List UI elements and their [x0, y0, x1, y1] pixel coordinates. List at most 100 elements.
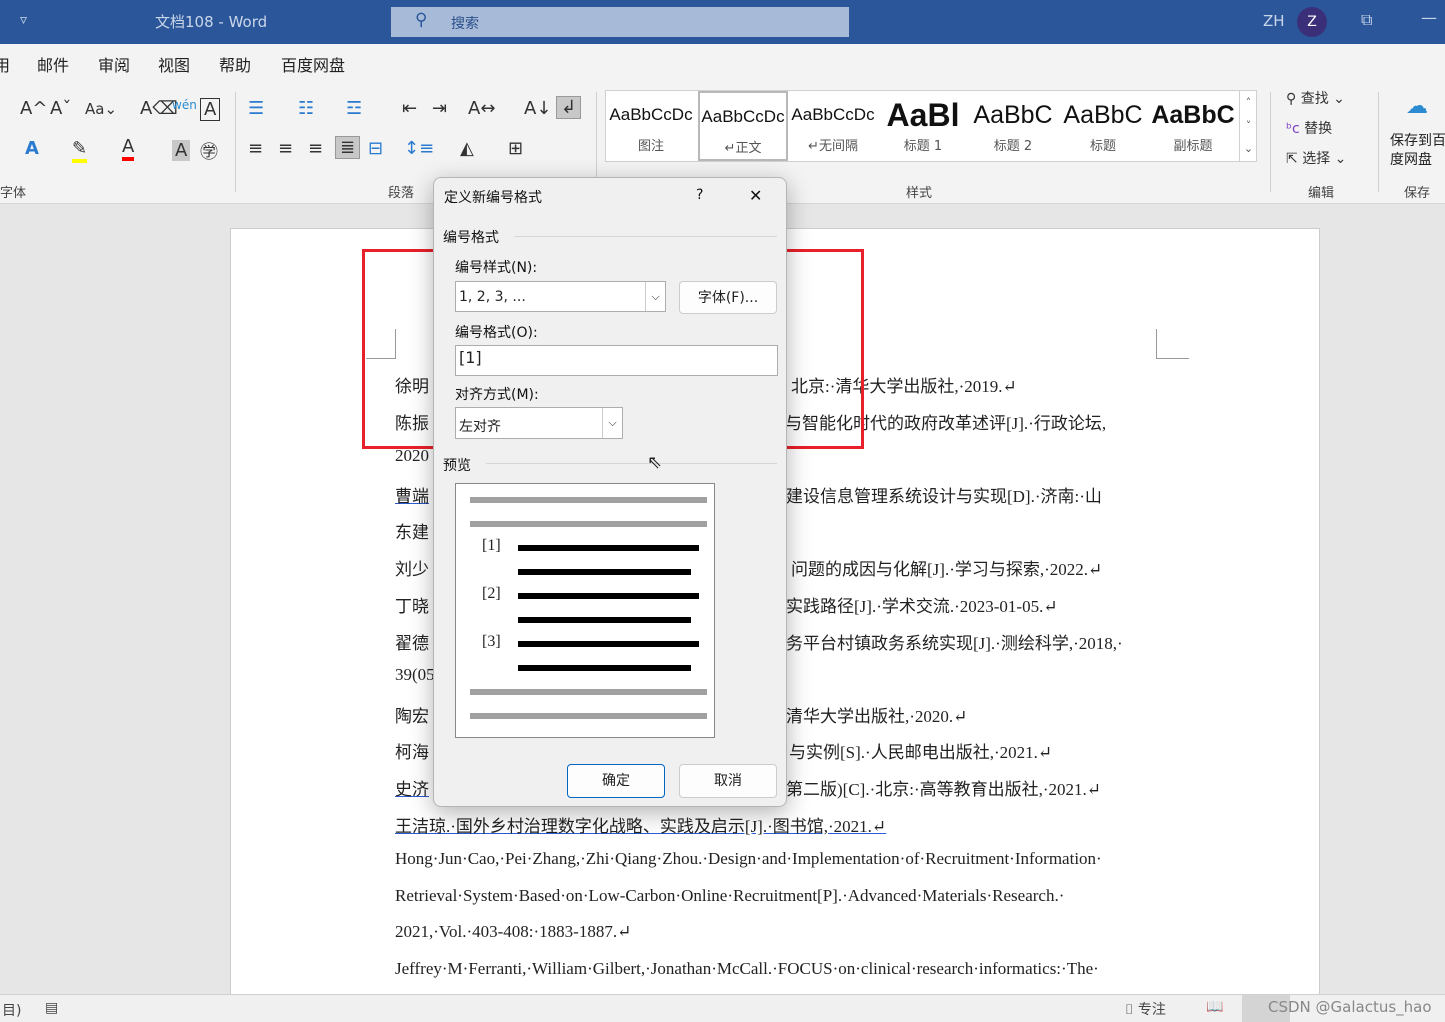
doc-line-start: 39(05: [395, 665, 435, 684]
focus-button[interactable]: ⌷ 专注: [1125, 999, 1166, 1019]
styles-gallery: AaBbCcDc 图注 AaBbCcDc ↵正文 AaBbCcDc ↵无间隔 AaBl…: [605, 90, 1257, 162]
mouse-cursor-icon: ⇖: [647, 452, 663, 473]
preview-number: [1]: [482, 537, 501, 554]
phonetic-guide-icon[interactable]: wén: [172, 98, 197, 112]
align-left-icon[interactable]: ≡: [248, 138, 263, 159]
styles-scroll[interactable]: ˄ ˅ ⌄: [1239, 91, 1257, 161]
baidu-netdisk-icon[interactable]: ☁: [1406, 94, 1428, 119]
multilevel-list-icon[interactable]: ☲: [346, 98, 362, 119]
watermark: CSDN @Galactus_hao: [1268, 998, 1432, 1016]
tab-view[interactable]: 视图: [158, 52, 190, 76]
doc-line: Jeffrey·M·Ferranti,·William·Gilbert,·Jon…: [395, 959, 1099, 978]
style-subtitle[interactable]: AaBbC 副标题: [1148, 91, 1238, 161]
alignment-label: 对齐方式(M):: [455, 387, 539, 403]
group-editing-label: 编辑: [1308, 186, 1335, 201]
doc-line-end: 实践路径[J].·学术交流.·2023-01-05.↵: [786, 597, 1058, 616]
ok-button[interactable]: 确定: [567, 764, 665, 798]
doc-line-end: 建设信息管理系统设计与实现[D].·济南:·山: [786, 487, 1102, 506]
increase-indent-icon[interactable]: ⇥: [432, 98, 447, 119]
shrink-font-icon[interactable]: Aˇ: [50, 98, 71, 119]
tab-mailings[interactable]: 邮件: [37, 52, 69, 76]
close-button[interactable]: ✕: [749, 186, 762, 205]
minimize-button[interactable]: —: [1421, 8, 1437, 27]
enclose-char-icon[interactable]: ㊫: [200, 138, 218, 164]
style-title[interactable]: AaBbC 标题: [1058, 91, 1148, 161]
sort-icon[interactable]: A↓: [524, 98, 551, 119]
number-style-label: 编号样式(N):: [455, 260, 538, 276]
doc-line-end: 问题的成因与化解[J].·学习与探索,·2022.↵: [791, 560, 1103, 579]
search-box[interactable]: ⚲ 搜索: [391, 7, 849, 37]
doc-line-start: 曹端: [395, 487, 429, 506]
replace-button[interactable]: ᵇc 替换: [1286, 118, 1332, 138]
status-left-icon[interactable]: 目): [2, 1000, 21, 1020]
tab-references[interactable]: 用: [0, 52, 10, 76]
select-button[interactable]: ⇱ 选择 ⌄: [1286, 148, 1346, 168]
find-button[interactable]: ⚲ 查找 ⌄: [1286, 88, 1345, 108]
tab-help[interactable]: 帮助: [219, 52, 251, 76]
search-placeholder: 搜索: [451, 16, 479, 32]
doc-line: Hong·Jun·Cao,·Pei·Zhang,·Zhi·Qiang·Zhou.…: [395, 849, 1102, 868]
tab-baidu[interactable]: 百度网盘: [281, 52, 345, 76]
number-style-select[interactable]: 1, 2, 3, ... ⌵: [455, 281, 666, 312]
group-styles-label: 样式: [906, 186, 933, 201]
section-number-format: 编号格式: [443, 230, 499, 246]
number-style-value: 1, 2, 3, ...: [459, 289, 526, 305]
numbering-icon[interactable]: ☷: [298, 98, 314, 119]
alignment-value: 左对齐: [459, 419, 501, 435]
align-right-icon[interactable]: ≡: [308, 138, 323, 159]
doc-line-start: 东建: [395, 523, 429, 542]
style-no-spacing[interactable]: AaBbCcDc ↵无间隔: [788, 91, 878, 161]
number-format-value: [1]: [459, 348, 482, 367]
align-center-icon[interactable]: ≡: [278, 138, 293, 159]
doc-line-end: 与实例[S].·人民邮电出版社,·2021.↵: [789, 743, 1053, 762]
style-heading2[interactable]: AaBbC 标题 2: [968, 91, 1058, 161]
help-button[interactable]: ?: [696, 187, 703, 203]
char-shading-icon[interactable]: A: [172, 140, 191, 161]
line-spacing-icon[interactable]: ↕≡: [404, 138, 434, 159]
show-marks-icon[interactable]: ↲: [556, 96, 582, 119]
distributed-icon[interactable]: ⊟: [368, 138, 383, 159]
preview-number: [3]: [482, 633, 501, 650]
ribbon-display-icon[interactable]: ⧉: [1361, 10, 1372, 30]
doc-line: Retrieval·System·Based·on·Low-Carbon·Onl…: [395, 886, 1065, 905]
language-indicator[interactable]: ZH: [1263, 12, 1285, 30]
borders-icon[interactable]: ⊞: [508, 138, 523, 159]
avatar[interactable]: Z: [1297, 7, 1327, 37]
decrease-indent-icon[interactable]: ⇤: [402, 98, 417, 119]
font-button[interactable]: 字体(F)...: [679, 281, 777, 314]
font-color-icon[interactable]: A: [122, 136, 135, 161]
window-title: 文档108 - Word: [155, 13, 268, 31]
style-normal[interactable]: AaBbCcDc ↵正文: [698, 91, 788, 161]
qat-customize-icon[interactable]: ▿: [20, 12, 27, 28]
doc-line-start: 陶宏: [395, 707, 429, 726]
number-format-input[interactable]: [1]: [455, 345, 778, 376]
margin-mark: [1156, 329, 1189, 359]
doc-line-start: 2020: [395, 446, 429, 465]
doc-line: 王洁琼.·国外乡村治理数字化战略、实践及启示[J].·图书馆,·2021.↵: [395, 817, 887, 836]
shading-icon[interactable]: ◭: [460, 138, 474, 159]
doc-line: 2021,·Vol.·403-408:·1883-1887.↵: [395, 922, 632, 941]
style-heading1[interactable]: AaBl 标题 1: [878, 91, 968, 161]
status-bar: 目) ▤ ⌷ 专注 📖 CSDN @Galactus_hao: [0, 994, 1445, 1022]
tab-review[interactable]: 审阅: [98, 52, 130, 76]
title-bar: ▿ 文档108 - Word ⚲ 搜索 ZH Z ⧉ —: [0, 0, 1445, 44]
save-to-baidu-button[interactable]: 保存到百度网盘: [1390, 132, 1445, 170]
justify-icon[interactable]: ≣: [335, 136, 361, 159]
highlight-icon[interactable]: ✎: [72, 138, 88, 163]
char-spacing-icon[interactable]: A↔: [468, 98, 495, 119]
alignment-select[interactable]: 左对齐 ⌵: [455, 407, 623, 439]
style-caption[interactable]: AaBbCcDc 图注: [606, 91, 696, 161]
text-effects-icon[interactable]: A: [25, 138, 39, 159]
doc-line-start: 翟德: [395, 634, 429, 653]
group-font-label: 字体: [0, 186, 27, 201]
char-border-icon[interactable]: A: [200, 98, 221, 121]
preview-box: [1] [2] [3]: [455, 483, 715, 738]
doc-line-start: 史济: [395, 780, 429, 799]
grow-font-icon[interactable]: A^: [20, 98, 47, 119]
doc-line-end: 清华大学出版社,·2020.↵: [786, 707, 968, 726]
read-mode-icon[interactable]: 📖: [1206, 999, 1223, 1015]
bullets-icon[interactable]: ☰: [248, 98, 264, 119]
accessibility-icon[interactable]: ▤: [45, 1000, 58, 1016]
cancel-button[interactable]: 取消: [679, 764, 777, 798]
change-case-icon[interactable]: Aa⌄: [85, 100, 117, 118]
